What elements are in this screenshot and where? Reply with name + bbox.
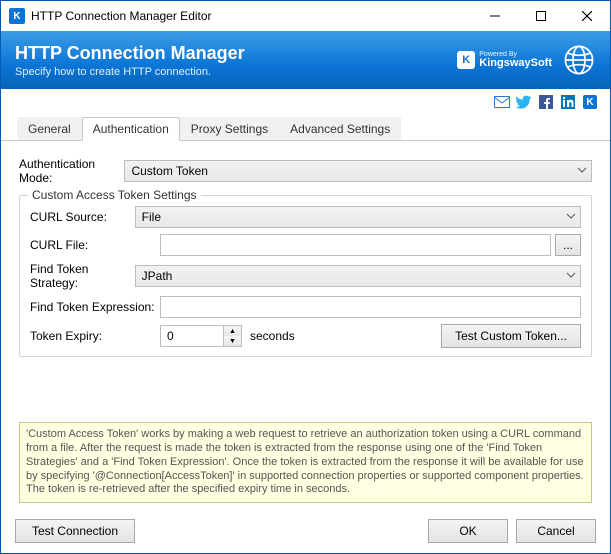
curl-file-label: CURL File: <box>30 238 160 252</box>
curl-source-value: File <box>142 210 161 224</box>
banner-subtitle: Specify how to create HTTP connection. <box>15 66 245 78</box>
header-banner: HTTP Connection Manager Specify how to c… <box>1 31 610 89</box>
token-expiry-unit: seconds <box>250 329 295 343</box>
linkedin-icon[interactable] <box>560 94 576 110</box>
curl-source-select[interactable]: File <box>135 206 581 228</box>
ok-button[interactable]: OK <box>428 519 508 543</box>
k-icon[interactable]: K <box>582 94 598 110</box>
brand-name: KingswaySoft <box>479 58 552 69</box>
curl-file-input[interactable] <box>160 234 551 256</box>
app-icon: K <box>9 8 25 24</box>
brand-logo: K Powered By KingswaySoft <box>457 51 552 69</box>
twitter-icon[interactable] <box>516 94 532 110</box>
token-expiry-value: 0 <box>161 329 223 343</box>
email-icon[interactable] <box>494 94 510 110</box>
social-row: K <box>1 89 610 115</box>
spinner-up-icon[interactable]: ▲ <box>224 326 241 336</box>
minimize-icon <box>490 11 500 21</box>
brand-k-icon: K <box>457 51 475 69</box>
test-connection-button[interactable]: Test Connection <box>15 519 135 543</box>
find-token-strategy-value: JPath <box>142 269 173 283</box>
find-token-expression-input[interactable] <box>160 296 581 318</box>
tab-advanced-settings[interactable]: Advanced Settings <box>279 117 401 140</box>
test-custom-token-button[interactable]: Test Custom Token... <box>441 324 581 348</box>
info-box: 'Custom Access Token' works by making a … <box>19 422 592 503</box>
facebook-icon[interactable] <box>538 94 554 110</box>
browse-file-button[interactable]: ... <box>555 234 581 256</box>
token-expiry-label: Token Expiry: <box>30 329 160 343</box>
find-token-strategy-label: Find Token Strategy: <box>30 262 135 290</box>
tab-authentication[interactable]: Authentication <box>82 117 180 141</box>
tab-general[interactable]: General <box>17 117 82 140</box>
group-legend: Custom Access Token Settings <box>28 188 201 202</box>
banner-title: HTTP Connection Manager <box>15 43 245 64</box>
find-token-strategy-select[interactable]: JPath <box>135 265 581 287</box>
tab-content: Authentication Mode: Custom Token Custom… <box>1 141 610 509</box>
titlebar: K HTTP Connection Manager Editor <box>1 1 610 31</box>
window-root: K HTTP Connection Manager Editor HTTP Co… <box>0 0 611 554</box>
spinner-down-icon[interactable]: ▼ <box>224 336 241 346</box>
window-buttons <box>472 1 610 31</box>
minimize-button[interactable] <box>472 1 518 31</box>
auth-mode-select[interactable]: Custom Token <box>124 160 592 182</box>
footer: Test Connection OK Cancel <box>1 509 610 553</box>
tab-proxy-settings[interactable]: Proxy Settings <box>180 117 279 140</box>
chevron-down-icon <box>566 270 576 280</box>
tab-bar: General Authentication Proxy Settings Ad… <box>1 117 610 141</box>
curl-source-label: CURL Source: <box>30 210 135 224</box>
close-icon <box>582 11 592 21</box>
brand-powered-by: Powered By <box>479 51 552 58</box>
token-expiry-spinner[interactable]: 0 ▲ ▼ <box>160 325 242 347</box>
find-token-expression-label: Find Token Expression: <box>30 300 160 314</box>
close-button[interactable] <box>564 1 610 31</box>
cancel-button[interactable]: Cancel <box>516 519 596 543</box>
chevron-down-icon <box>577 165 587 175</box>
auth-mode-value: Custom Token <box>131 164 207 178</box>
maximize-icon <box>536 11 546 21</box>
maximize-button[interactable] <box>518 1 564 31</box>
window-title: HTTP Connection Manager Editor <box>31 9 472 23</box>
chevron-down-icon <box>566 211 576 221</box>
auth-mode-label: Authentication Mode: <box>19 157 124 185</box>
custom-access-token-group: Custom Access Token Settings CURL Source… <box>19 195 592 357</box>
globe-icon <box>562 43 596 77</box>
